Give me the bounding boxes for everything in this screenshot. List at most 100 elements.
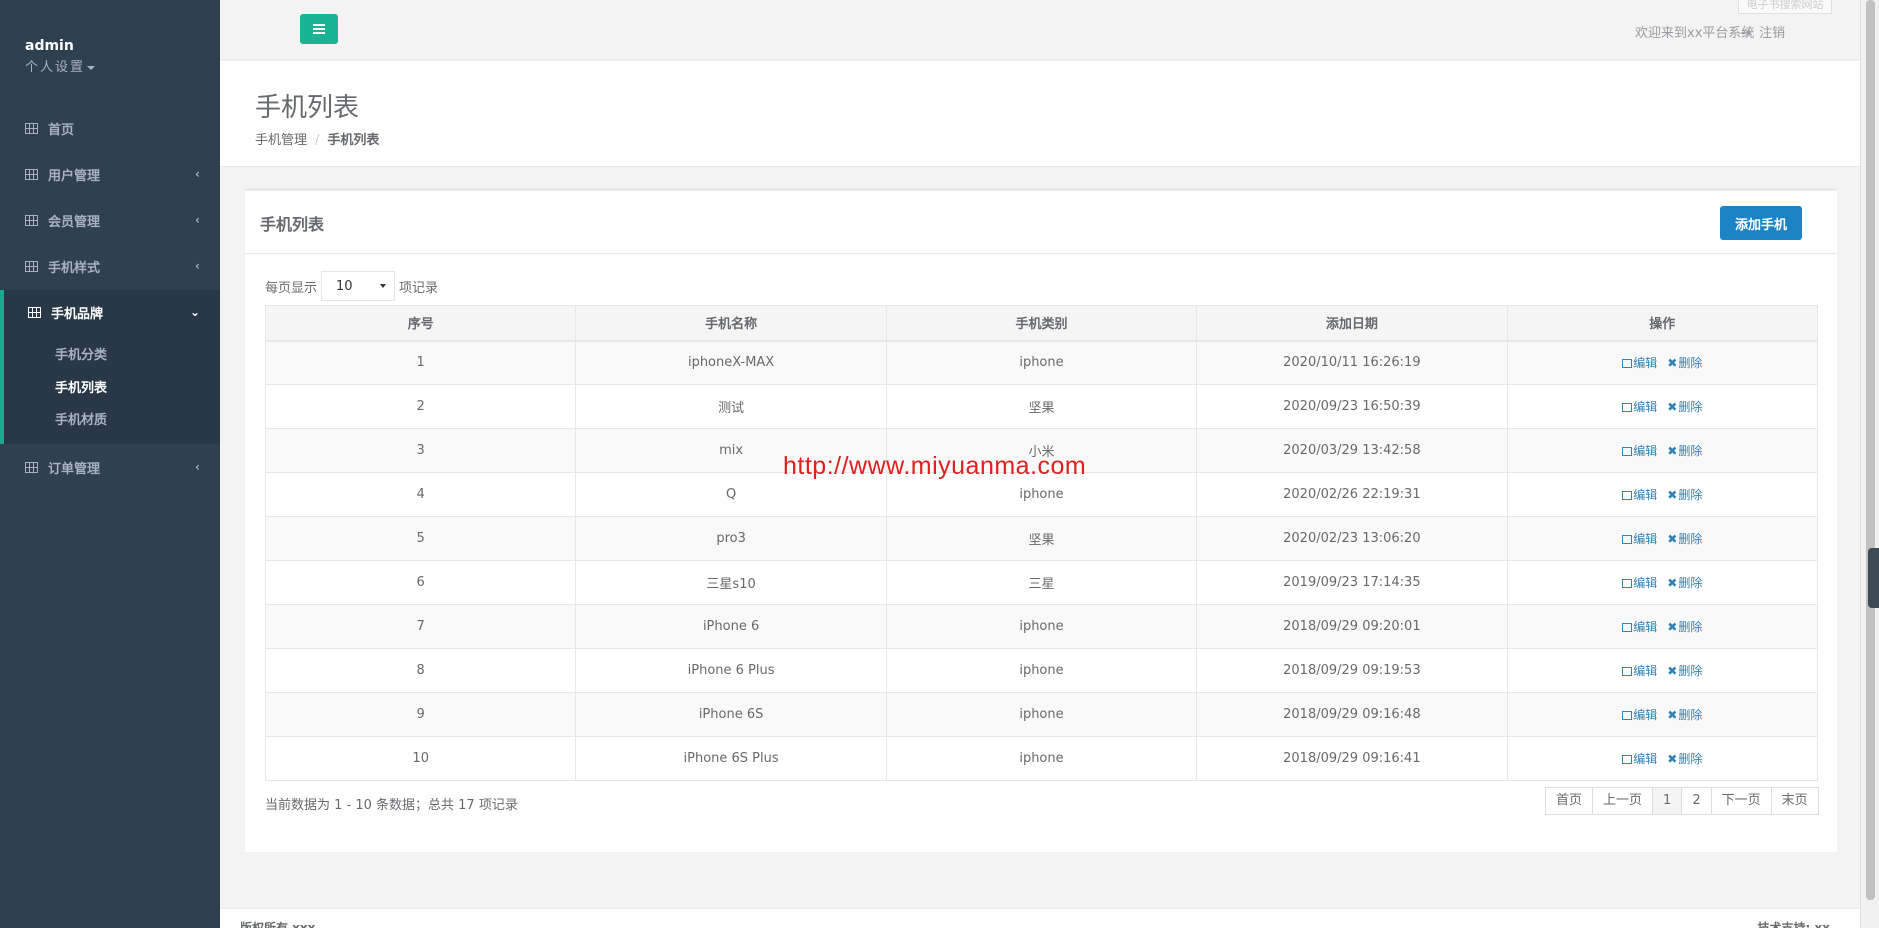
column-header-name[interactable]: 手机名称 — [575, 305, 887, 342]
subnav-item-phone-category[interactable]: 手机分类 — [55, 344, 107, 363]
edit-link[interactable]: 编辑 — [1622, 620, 1657, 634]
cell-id: 7 — [264, 604, 577, 649]
pagination: 首页 上一页 1 2 下一页 末页 — [1545, 787, 1819, 815]
close-icon: ✖ — [1667, 664, 1678, 678]
cell-id: 2 — [264, 384, 577, 429]
footer: 版权所有 xxx 技术支持: xx — [220, 908, 1860, 928]
delete-link[interactable]: ✖删除 — [1667, 444, 1702, 458]
edit-label: 编辑 — [1633, 576, 1658, 590]
edit-link[interactable]: 编辑 — [1622, 488, 1657, 502]
subnav-item-phone-material[interactable]: 手机材质 — [55, 409, 107, 428]
nav-item-home[interactable]: 首页 — [0, 105, 220, 151]
close-icon: ✖ — [1667, 444, 1678, 458]
cell-category: iphone — [885, 604, 1198, 649]
close-icon: ✖ — [1667, 400, 1678, 414]
cell-id: 6 — [264, 560, 577, 605]
delete-link[interactable]: ✖删除 — [1667, 576, 1702, 590]
add-phone-button[interactable]: 添加手机 — [1720, 206, 1802, 240]
delete-link[interactable]: ✖删除 — [1667, 356, 1702, 370]
nav-item-label: 手机样式 — [48, 260, 101, 276]
edit-link[interactable]: 编辑 — [1622, 400, 1657, 414]
cell-id: 10 — [264, 736, 577, 781]
edit-link[interactable]: 编辑 — [1622, 708, 1657, 722]
page-title: 手机列表 — [255, 93, 360, 123]
edit-link[interactable]: 编辑 — [1622, 752, 1657, 766]
footer-support: 技术支持: xx — [1757, 921, 1830, 928]
edit-label: 编辑 — [1633, 752, 1658, 766]
column-header-id[interactable]: 序号 — [264, 305, 577, 342]
cell-category: 三星 — [885, 560, 1198, 605]
delete-link[interactable]: ✖删除 — [1667, 400, 1702, 414]
delete-link[interactable]: ✖删除 — [1667, 488, 1702, 502]
table-row: 7 iPhone 6 iphone 2018/09/29 09:20:01 编辑 ✖删除 — [264, 604, 1819, 649]
caret-down-icon — [87, 65, 96, 70]
pagination-item[interactable]: 1 — [1652, 787, 1683, 815]
cell-category: iphone — [885, 736, 1198, 781]
delete-link[interactable]: ✖删除 — [1667, 664, 1702, 678]
breadcrumb: 手机管理 / 手机列表 — [255, 129, 379, 148]
edit-label: 编辑 — [1633, 664, 1658, 678]
table-row: 1 iphoneX-MAX iphone 2020/10/11 16:26:19 编辑 ✖… — [264, 340, 1819, 385]
edit-icon — [1622, 491, 1633, 500]
chevron-down-icon: ⌄ — [189, 305, 200, 319]
edit-link[interactable]: 编辑 — [1622, 532, 1657, 546]
cell-category: iphone — [885, 340, 1198, 385]
nav-item-label: 手机品牌 — [51, 306, 104, 322]
sidebar-toggle-button[interactable] — [300, 14, 338, 44]
column-header-actions: 操作 — [1506, 305, 1819, 342]
edit-icon — [1622, 755, 1633, 764]
delete-link[interactable]: ✖删除 — [1667, 752, 1702, 766]
nav-item-phone-brand[interactable]: 手机品牌 ⌄ — [0, 289, 220, 335]
cell-name: pro3 — [575, 516, 887, 561]
pagination-item[interactable]: 上一页 — [1592, 787, 1654, 815]
content-panel: 手机列表 添加手机 每页显示 10 项记录 序号 手机名称 手机类别 添加日期 … — [245, 188, 1837, 852]
delete-link[interactable]: ✖删除 — [1667, 708, 1702, 722]
cell-name: iPhone 6 Plus — [575, 648, 887, 693]
chevron-left-icon: ‹ — [195, 259, 200, 273]
page-length-value: 10 — [336, 278, 353, 294]
scrollbar-thumb[interactable] — [1866, 0, 1875, 900]
delete-link[interactable]: ✖删除 — [1667, 620, 1702, 634]
table-row: 6 三星s10 三星 2019/09/23 17:14:35 编辑 ✖删除 — [264, 560, 1819, 605]
profile-settings-dropdown[interactable]: 个人设置 — [25, 56, 220, 75]
page-length-select[interactable]: 10 — [321, 271, 396, 301]
breadcrumb-separator: / — [315, 133, 320, 148]
logout-label: 注销 — [1759, 26, 1786, 41]
column-header-date[interactable]: 添加日期 — [1196, 305, 1508, 342]
nav-item-label: 用户管理 — [48, 168, 101, 184]
edit-link[interactable]: 编辑 — [1622, 576, 1657, 590]
breadcrumb-item-phone-management[interactable]: 手机管理 — [255, 133, 307, 148]
floating-side-tab[interactable] — [1868, 548, 1879, 608]
column-header-category[interactable]: 手机类别 — [885, 305, 1198, 342]
cell-actions: 编辑 ✖删除 — [1506, 560, 1819, 605]
cell-category: iphone — [885, 648, 1198, 693]
edit-icon — [1622, 535, 1633, 544]
close-icon: ✖ — [1667, 620, 1678, 634]
cell-actions: 编辑 ✖删除 — [1506, 604, 1819, 649]
logout-link[interactable]: ⇥ 注销 — [1740, 22, 1785, 41]
pagination-item[interactable]: 末页 — [1770, 787, 1819, 815]
delete-label: 删除 — [1678, 620, 1703, 634]
nav-item-phone-style[interactable]: 手机样式 ‹ — [0, 243, 220, 289]
edit-link[interactable]: 编辑 — [1622, 356, 1657, 370]
edit-link[interactable]: 编辑 — [1622, 444, 1657, 458]
cell-actions: 编辑 ✖删除 — [1506, 516, 1819, 561]
nav-item-member-management[interactable]: 会员管理 ‹ — [0, 197, 220, 243]
subnav-item-phone-list[interactable]: 手机列表 — [55, 377, 107, 396]
pagination-item[interactable]: 首页 — [1545, 787, 1594, 815]
cell-date: 2020/02/23 13:06:20 — [1196, 516, 1508, 561]
close-icon: ✖ — [1667, 708, 1678, 722]
page-scrollbar[interactable] — [1860, 0, 1879, 928]
delete-link[interactable]: ✖删除 — [1667, 532, 1702, 546]
edit-link[interactable]: 编辑 — [1622, 664, 1657, 678]
edit-icon — [1622, 359, 1633, 369]
page-length-control: 每页显示 10 项记录 — [265, 271, 438, 301]
delete-label: 删除 — [1678, 444, 1703, 458]
pagination-item[interactable]: 2 — [1681, 787, 1712, 815]
edit-icon — [1622, 447, 1633, 456]
pagination-item[interactable]: 下一页 — [1710, 787, 1772, 815]
table-icon — [25, 168, 38, 180]
nav-item-user-management[interactable]: 用户管理 ‹ — [0, 151, 220, 197]
nav-item-order-management[interactable]: 订单管理 ‹ — [0, 444, 220, 490]
welcome-text: 欢迎来到xx平台系统 — [1635, 26, 1755, 41]
